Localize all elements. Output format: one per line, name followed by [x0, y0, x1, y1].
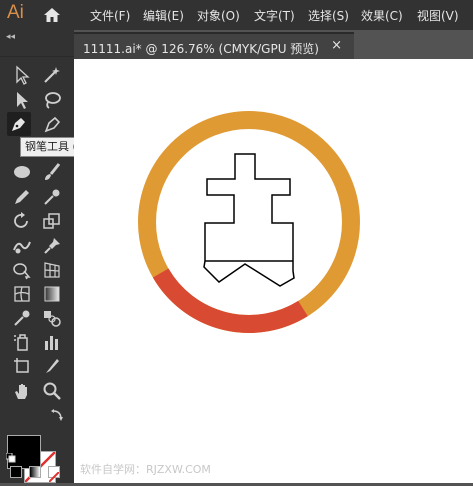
home-icon[interactable] [42, 6, 62, 24]
menu-edit[interactable]: 编辑(E) [143, 7, 184, 24]
collapse-panel-icon[interactable]: ◂◂ [6, 32, 15, 42]
menu-object[interactable]: 对象(O) [197, 7, 240, 24]
document-tab-label: 11111.ai* @ 126.76% (CMYK/GPU 预览) [83, 42, 319, 56]
mesh-tool[interactable] [10, 282, 34, 306]
magic-wand-tool[interactable] [40, 63, 64, 87]
shape-builder-tool[interactable] [10, 258, 34, 282]
curvature-tool[interactable] [40, 112, 64, 136]
close-icon[interactable]: × [331, 38, 342, 53]
tools-panel: ◂◂ [0, 30, 74, 483]
bar-graph-icon [45, 336, 58, 350]
graph-tool[interactable] [40, 330, 64, 354]
menu-type[interactable]: 文字(T) [254, 7, 295, 24]
blend-tool[interactable] [40, 306, 64, 330]
lasso-icon [45, 92, 61, 109]
gradient-tool[interactable] [40, 282, 64, 306]
gradient-mode-button[interactable] [29, 466, 41, 478]
menu-file[interactable]: 文件(F) [90, 7, 130, 24]
magic-wand-icon [44, 67, 60, 83]
hand-tool[interactable] [10, 379, 34, 403]
blend-icon [44, 311, 61, 327]
pen-nib-icon [12, 118, 25, 131]
scale-tool[interactable] [40, 209, 64, 233]
zoom-tool[interactable] [40, 379, 64, 403]
symbol-sprayer-icon [14, 334, 28, 351]
document-tab[interactable]: 11111.ai* @ 126.76% (CMYK/GPU 预览) × [74, 32, 354, 59]
watermark: 软件自学网：RJZXW.COM [80, 463, 211, 476]
canvas[interactable]: 软件自学网：RJZXW.COM [74, 59, 473, 483]
pencil-icon [15, 190, 29, 204]
puppet-warp-tool[interactable] [40, 234, 64, 258]
gradient-icon [44, 286, 60, 302]
panel-grip[interactable] [0, 42, 74, 57]
swap-colors-icon[interactable] [50, 407, 64, 421]
none-mode-button[interactable] [48, 466, 60, 483]
default-colors-icon[interactable] [5, 448, 16, 463]
ellipse-icon [14, 166, 30, 178]
lasso-tool[interactable] [40, 88, 64, 112]
eyedropper-tool[interactable] [10, 306, 34, 330]
perspective-grid-tool[interactable] [40, 258, 64, 282]
selection-tool[interactable] [10, 63, 34, 87]
menu-view[interactable]: 视图(V) [417, 7, 459, 24]
menu-select[interactable]: 选择(S) [308, 7, 349, 24]
curvature-pen-icon [44, 116, 61, 133]
ellipse-tool[interactable] [10, 160, 34, 184]
menu-bar: Ai 文件(F) 编辑(E) 对象(O) 文字(T) 选择(S) 效果(C) 视… [0, 0, 473, 30]
rotate-icon [14, 212, 28, 228]
selection-arrow-icon [16, 65, 30, 85]
paintbrush-icon [45, 163, 61, 180]
eyedropper-icon [14, 310, 30, 326]
color-mode-button[interactable] [10, 466, 22, 478]
none-slash-icon [48, 471, 60, 483]
scale-icon [43, 213, 60, 229]
character-outline [203, 153, 295, 287]
knife-icon [46, 359, 59, 373]
pencil-tool[interactable] [10, 185, 34, 209]
slice-tool[interactable] [40, 354, 64, 378]
magnifier-icon [43, 382, 61, 400]
paintbrush-tool[interactable] [40, 160, 64, 184]
artwork [138, 111, 360, 333]
hand-icon [15, 384, 27, 399]
shape-builder-icon [13, 263, 31, 280]
warp-icon [13, 241, 31, 254]
pen-tool[interactable] [7, 112, 31, 136]
perspective-grid-icon [44, 262, 60, 278]
mesh-icon [14, 286, 30, 302]
artboard-tool[interactable] [10, 354, 34, 378]
rotate-tool[interactable] [10, 209, 34, 233]
menu-effect[interactable]: 效果(C) [361, 7, 403, 24]
pin-icon [44, 238, 60, 254]
document-tab-bar: 11111.ai* @ 126.76% (CMYK/GPU 预览) × [74, 30, 473, 59]
app-logo: Ai [7, 2, 24, 23]
warp-tool[interactable] [10, 234, 34, 258]
direct-selection-tool[interactable] [10, 88, 34, 112]
artboard-icon [14, 358, 29, 373]
eyedropper-icon [44, 189, 60, 205]
direct-selection-icon [17, 92, 28, 109]
symbol-sprayer-tool[interactable] [10, 330, 34, 354]
eyedropper-small-tool[interactable] [40, 185, 64, 209]
